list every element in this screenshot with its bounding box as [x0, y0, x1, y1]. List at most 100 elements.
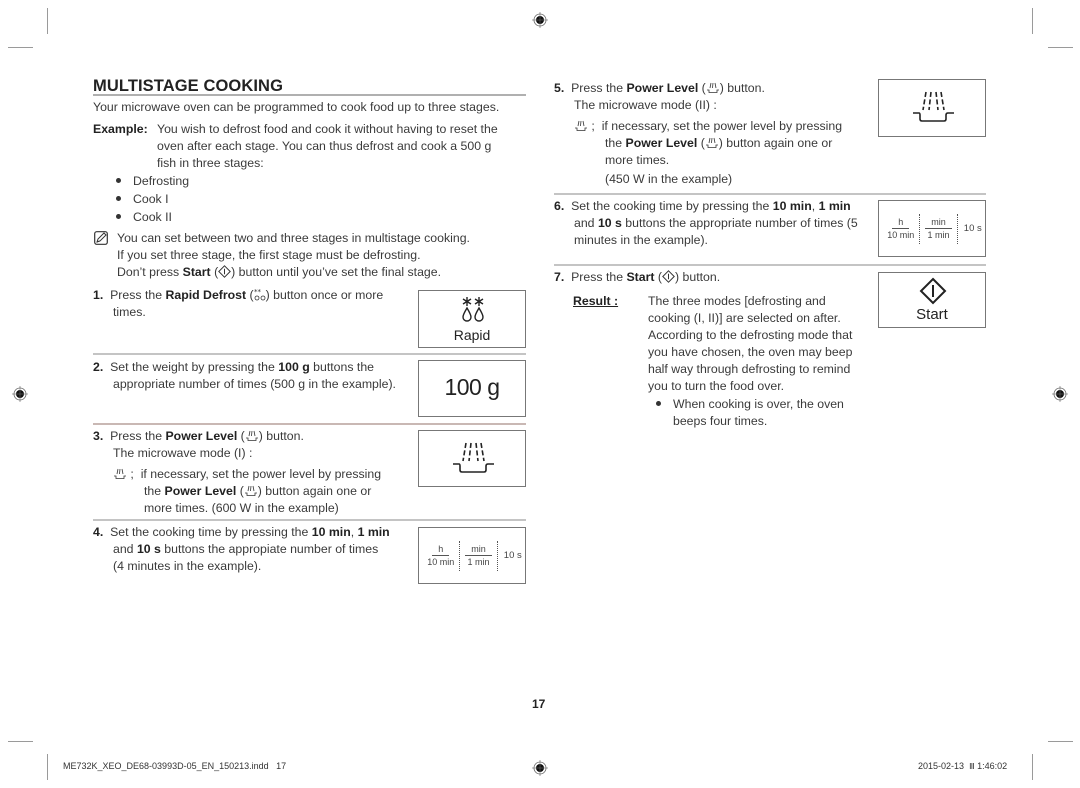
note-icon	[94, 231, 108, 245]
step-subline: (450 W in the example)	[605, 172, 733, 186]
step-line: 1. Press the Rapid Defrost (**) button o…	[93, 287, 383, 304]
text: if necessary, set the power level by pre…	[140, 467, 382, 481]
power-level-bold: Power Level	[165, 429, 238, 443]
1min-bold: 1 min	[357, 525, 390, 539]
text: ) button again one or	[257, 484, 372, 498]
bullet-icon	[656, 401, 661, 407]
10s-bold: 10 s	[136, 542, 161, 556]
step-number: 5.	[554, 81, 565, 95]
power-level-icon	[245, 430, 258, 441]
start-icon	[218, 265, 232, 278]
microwave-power-icon	[453, 442, 494, 473]
rapid-defrost-panel: Rapid	[418, 290, 526, 348]
stage-label: Cook II	[133, 210, 172, 224]
registration-mark-icon	[532, 12, 548, 28]
step-1: 1. Press the Rapid Defrost (**) button o…	[93, 287, 383, 321]
text: ;	[591, 119, 595, 133]
step-line: times.	[113, 305, 146, 319]
text: ) button.	[258, 429, 304, 443]
power-level-icon	[706, 82, 719, 93]
bullet-icon	[116, 178, 121, 184]
footer-time-glyph: Ⅲ	[969, 762, 975, 771]
step-number: 2.	[93, 360, 104, 374]
crop-mark	[1048, 741, 1073, 742]
step-subline: more times. (600 W in the example)	[144, 501, 339, 515]
timer-panel: h 10 min min 1 min 10 s	[418, 527, 526, 584]
start-icon	[662, 270, 675, 283]
text: ) button.	[675, 270, 721, 284]
stage-list: Defrosting Cook I Cook II	[116, 172, 189, 226]
timer-panel: h 10 min min 1 min 10 s	[878, 200, 986, 257]
100g-label: 100 g	[444, 374, 500, 400]
step-line: 3. Press the Power Level () button.	[93, 429, 304, 443]
step-line: 4. Set the cooking time by pressing the …	[93, 524, 390, 541]
rapid-defrost-icon	[462, 297, 484, 322]
registration-mark-icon	[1052, 386, 1068, 402]
example-text: You wish to defrost food and cook it wit…	[157, 121, 498, 172]
step-6: 6. Set the cooking time by pressing the …	[554, 198, 858, 249]
h-label: h	[892, 217, 910, 229]
crop-mark	[8, 741, 33, 742]
crop-mark	[1032, 754, 1033, 780]
step-separator	[93, 423, 526, 425]
result-line: beeps four times.	[673, 414, 768, 428]
step-number: 3.	[93, 429, 104, 443]
timer-buttons: h 10 min min 1 min 10 s	[419, 528, 525, 583]
10s-label: 10 s	[963, 223, 982, 234]
step-line: (4 minutes in the example).	[113, 559, 262, 573]
step-2: 2. Set the weight by pressing the 100 g …	[93, 359, 396, 393]
text: Press the	[571, 81, 627, 95]
step-line: 6. Set the cooking time by pressing the …	[554, 198, 858, 215]
svg-text:**: **	[254, 288, 262, 296]
stage-item: Cook I	[116, 190, 189, 208]
text: Press the	[571, 270, 627, 284]
text: Set the cooking time by pressing the	[110, 525, 312, 539]
step-line: minutes in the example).	[574, 233, 708, 247]
step-separator	[554, 193, 986, 195]
crop-mark	[1048, 47, 1073, 48]
result-bullet: When cooking is over, the oven	[648, 396, 852, 413]
1min-bold: 1 min	[818, 199, 851, 213]
power-level-icon	[575, 120, 587, 131]
text: and	[574, 216, 598, 230]
10s-label: 10 s	[503, 550, 522, 561]
step-number: 4.	[93, 525, 104, 539]
10min-button: h 10 min	[882, 217, 919, 240]
10min-bold: 10 min	[311, 525, 351, 539]
footer-time: 1:46:02	[977, 761, 1008, 771]
bullet-icon	[116, 196, 121, 202]
100g-bold: 100 g	[278, 360, 310, 374]
text: ,	[811, 199, 819, 213]
power-level-bold: Power Level	[626, 81, 699, 95]
start-panel: Start	[878, 272, 986, 328]
result-text: The three modes [defrosting and cooking …	[648, 293, 852, 430]
intro-text: Your microwave oven can be programmed to…	[93, 100, 500, 114]
example-line: oven after each stage. You can thus defr…	[157, 139, 492, 153]
10min-label: 10 min	[427, 557, 455, 567]
step-line: appropriate number of times (500 g in th…	[113, 377, 396, 391]
step-line: The microwave mode (II) :	[574, 98, 717, 112]
step-separator	[93, 519, 526, 521]
result-line: you have chosen, the oven may beep	[648, 345, 853, 359]
step-number: 7.	[554, 270, 565, 284]
text: Press the	[110, 429, 166, 443]
text: When cooking is over, the oven	[673, 397, 844, 411]
microwave-power-icon	[913, 91, 954, 122]
text: (	[246, 288, 254, 302]
10min-button: h 10 min	[422, 544, 459, 567]
min-label: min	[465, 544, 492, 556]
note-line: You can set between two and three stages…	[117, 231, 470, 245]
footer-date: 2015-02-13	[918, 761, 965, 771]
power-level-bold: Power Level	[164, 484, 237, 498]
text: Press the	[110, 288, 166, 302]
text: (	[210, 265, 219, 279]
start-bold: Start	[626, 270, 655, 284]
result-line: cooking (I, II)] are selected on after.	[648, 311, 841, 325]
start-icon	[919, 277, 947, 305]
stage-item: Defrosting	[116, 172, 189, 190]
power-level-icon	[244, 485, 257, 496]
text: Set the cooking time by pressing the	[571, 199, 773, 213]
result-label: Result :	[573, 293, 618, 310]
1min-label: 1 min	[927, 230, 950, 240]
1min-label: 1 min	[467, 557, 490, 567]
